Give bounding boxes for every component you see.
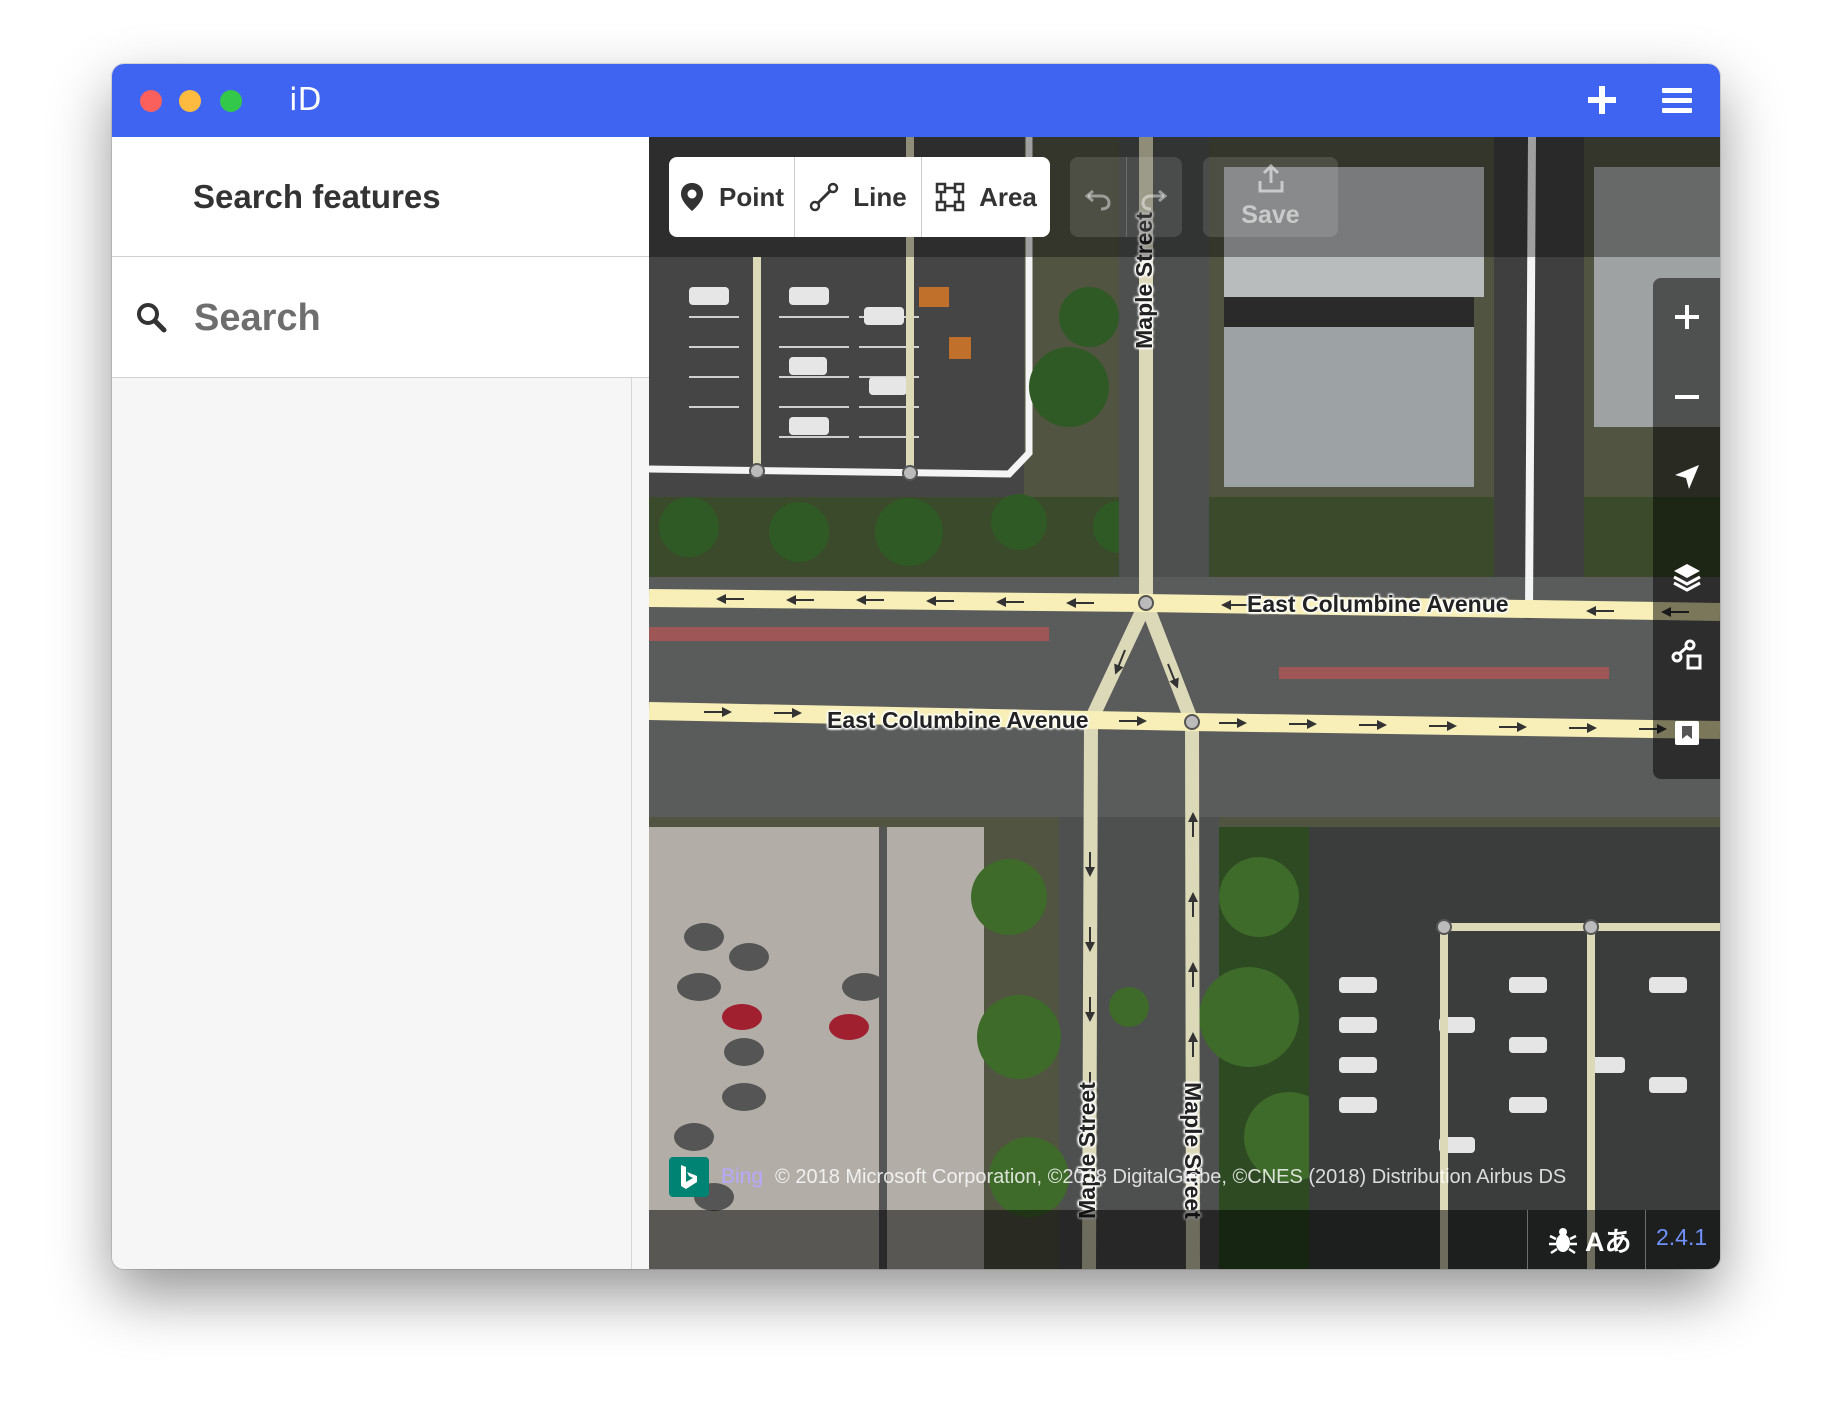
maximize-window-button[interactable] (220, 90, 242, 112)
add-line-button[interactable]: Line (795, 157, 922, 237)
search-icon (137, 303, 167, 333)
road-label-maple-south-right: Maple Street (1179, 1082, 1206, 1219)
road-label-columbine-south: East Columbine Avenue (827, 707, 1089, 733)
search-input[interactable] (192, 287, 616, 349)
imagery-copyright: © 2018 Microsoft Corporation, ©2018 Digi… (775, 1165, 1567, 1188)
add-feature-modes: Point Line Area (669, 157, 1050, 237)
zoom-in-button[interactable] (1653, 287, 1720, 347)
zoom-in-icon (1674, 305, 1699, 329)
area-icon (935, 182, 965, 212)
map-toolbar: Point Line Area Save (649, 137, 1720, 257)
sidebar-resizer[interactable] (631, 378, 632, 1269)
geolocate-button[interactable] (1653, 447, 1720, 507)
background-layers-button[interactable] (1653, 547, 1720, 607)
undo-redo-group (1070, 157, 1182, 237)
bing-logo-icon (669, 1157, 709, 1197)
add-point-label: Point (719, 181, 784, 212)
add-line-label: Line (853, 181, 907, 212)
geolocate-icon (1674, 465, 1699, 489)
imagery-provider[interactable]: Bing (721, 1165, 763, 1189)
save-label: Save (1241, 201, 1300, 229)
new-window-button[interactable] (1582, 80, 1622, 120)
app-title: iD (289, 82, 322, 118)
save-upload-icon (1258, 163, 1284, 193)
close-window-button[interactable] (140, 90, 162, 112)
translate-icon[interactable]: Aあ (1585, 1220, 1632, 1259)
help-button[interactable] (1653, 703, 1720, 763)
zoom-out-button[interactable] (1653, 367, 1720, 427)
map-view[interactable]: Maple Street East Columbine Avenue East … (649, 137, 1720, 1269)
add-area-label: Area (979, 181, 1037, 212)
sidebar-title: Search features (193, 178, 441, 215)
bug-report-icon[interactable] (1547, 1224, 1579, 1256)
minimize-window-button[interactable] (179, 90, 201, 112)
point-marker-icon (681, 183, 703, 211)
road-label-columbine-north: East Columbine Avenue (1247, 591, 1509, 617)
add-point-button[interactable]: Point (669, 157, 795, 237)
undo-button[interactable] (1070, 157, 1127, 237)
plus-icon (1588, 86, 1616, 114)
layers-icon (1672, 564, 1701, 592)
help-icon (1674, 721, 1699, 745)
map-data-button[interactable] (1653, 626, 1720, 686)
map-data-icon (1671, 639, 1701, 670)
version-link[interactable]: 2.4.1 (1656, 1224, 1707, 1251)
add-area-button[interactable]: Area (922, 157, 1050, 237)
imagery-attribution: Bing © 2018 Microsoft Corporation, ©2018… (669, 1157, 1566, 1197)
road-label-maple-south-left: Maple Street (1073, 1082, 1100, 1219)
app-window: iD Search features Search Maple Street E… (112, 64, 1720, 1269)
save-button[interactable]: Save (1203, 157, 1338, 237)
map-controls (1653, 278, 1720, 779)
hamburger-menu-icon (1662, 88, 1692, 113)
sidebar: Search features (112, 137, 650, 1269)
footer-divider (1645, 1210, 1646, 1269)
redo-icon (1141, 189, 1168, 211)
redo-button[interactable] (1127, 157, 1183, 237)
feature-search (112, 257, 649, 378)
zoom-out-icon (1674, 395, 1699, 399)
footer-divider (1527, 1210, 1528, 1269)
menu-button[interactable] (1657, 80, 1697, 120)
sidebar-header: Search features (112, 137, 649, 257)
title-bar: iD (112, 64, 1720, 137)
undo-icon (1084, 189, 1111, 211)
line-icon (810, 182, 839, 212)
map-footer: Aあ 2.4.1 (649, 1210, 1720, 1269)
